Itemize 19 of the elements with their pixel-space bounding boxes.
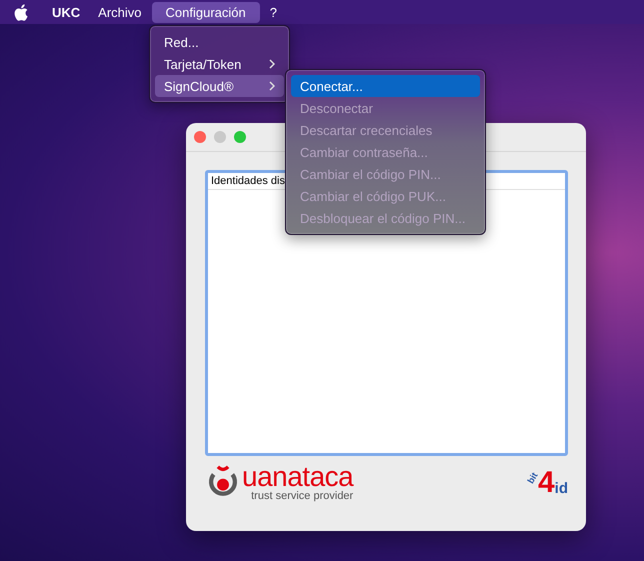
menu-item[interactable]: Conectar...: [291, 75, 480, 97]
logo-small-text: bit: [525, 470, 540, 486]
logo-suffix: id: [554, 480, 568, 497]
menu-item[interactable]: Red...: [155, 31, 284, 53]
apple-icon[interactable]: [14, 4, 28, 20]
menu-bar-item[interactable]: Archivo: [90, 2, 150, 22]
chevron-right-icon: [269, 81, 275, 91]
menu-bar-item[interactable]: ?: [262, 2, 285, 22]
zoom-button[interactable]: [234, 131, 246, 143]
menu-item[interactable]: SignCloud®: [155, 75, 284, 97]
close-button[interactable]: [194, 131, 206, 143]
logo-tagline: trust service provider: [251, 490, 354, 502]
menu-item[interactable]: Tarjeta/Token: [155, 53, 284, 75]
logo-wordmark: uanataca: [242, 464, 354, 490]
menu-bar-item[interactable]: Configuración: [152, 2, 260, 22]
menu-bar-item[interactable]: UKC: [44, 2, 88, 22]
logo-digit: 4: [538, 469, 555, 497]
minimize-button[interactable]: [214, 131, 226, 143]
chevron-right-icon: [269, 59, 275, 69]
